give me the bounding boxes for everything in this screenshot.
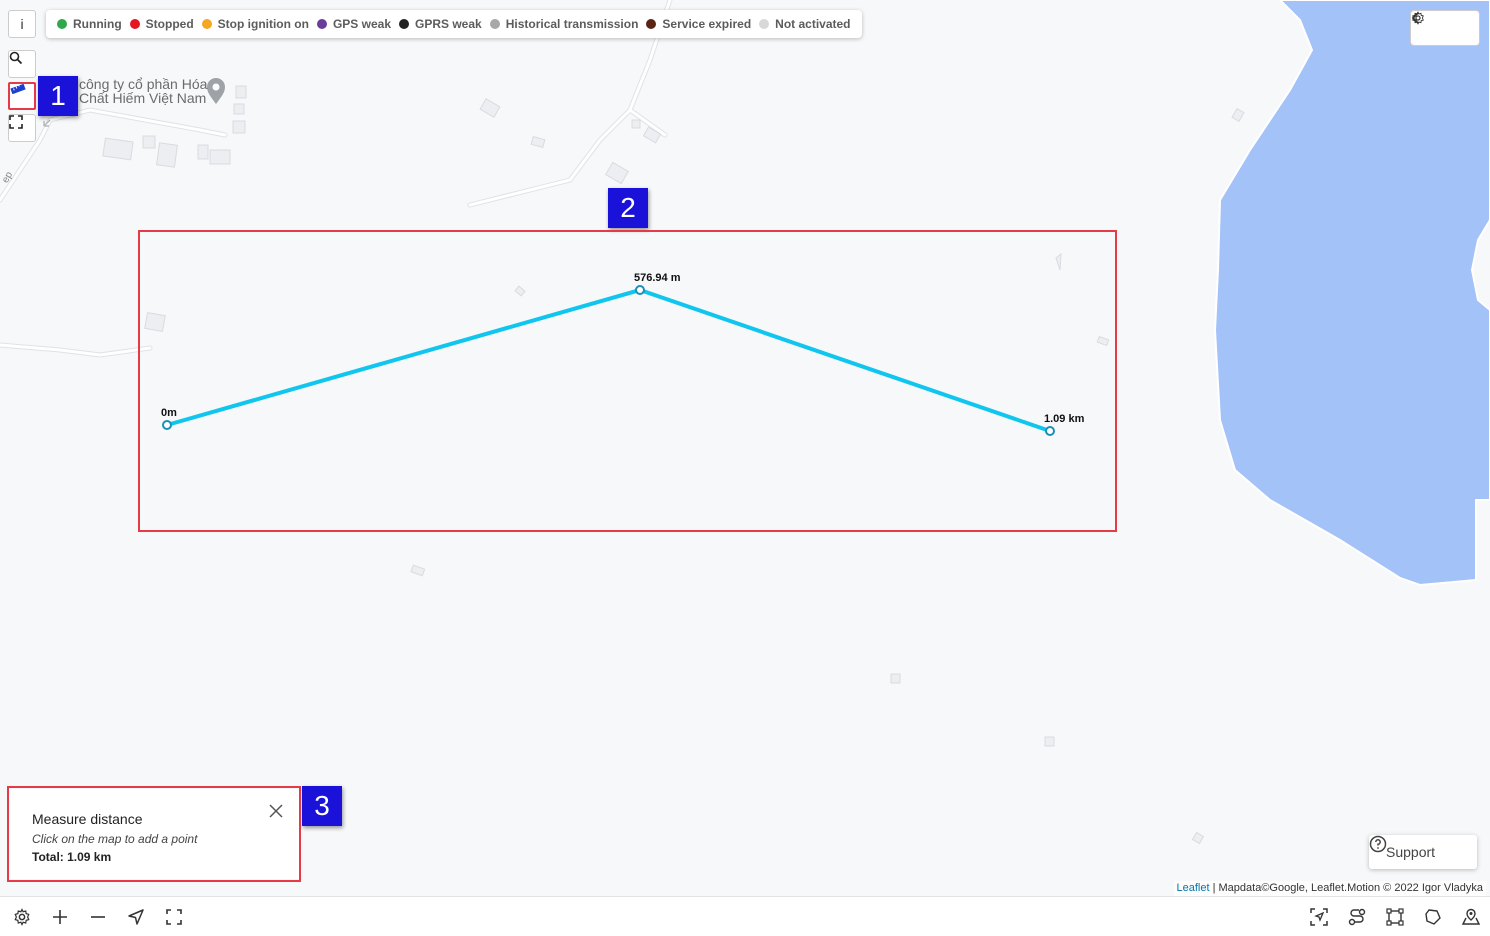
- building: [410, 564, 426, 577]
- collapse-panel-button[interactable]: [1411, 11, 1479, 45]
- legend-label: Stop ignition on: [217, 17, 309, 31]
- building: [233, 103, 245, 115]
- route-button[interactable]: [1346, 906, 1368, 928]
- annotation-box-measure-panel: [7, 786, 301, 882]
- fullscreen-button[interactable]: [8, 114, 36, 142]
- geofence-button[interactable]: [1422, 906, 1444, 928]
- map-canvas[interactable]: công ty cổ phần Hóa Chất Hiếm Việt Nam e…: [0, 0, 1490, 896]
- fullscreen-icon: [166, 909, 182, 925]
- ruler-icon: [10, 84, 26, 94]
- gear-icon: [14, 908, 30, 926]
- focus-icon: [1310, 908, 1328, 926]
- legend-item: Stop ignition on: [201, 17, 309, 31]
- area-button[interactable]: [1384, 906, 1406, 928]
- legend-dot-icon: [646, 19, 657, 29]
- annotation-badge-1: 1: [38, 76, 78, 116]
- legend-item: GPS weak: [316, 17, 391, 31]
- map-attribution: Leaflet | Mapdata©Google, Leaflet.Motion…: [1173, 881, 1486, 896]
- annotation-box-measure-line: [138, 230, 1117, 532]
- legend-dot-icon: [129, 19, 140, 29]
- zoom-out-button[interactable]: [87, 906, 109, 928]
- plus-icon: [53, 910, 67, 924]
- building: [142, 135, 156, 149]
- fullscreen-icon: [9, 115, 23, 129]
- leaflet-link[interactable]: Leaflet: [1177, 882, 1210, 894]
- locate-icon: [128, 909, 144, 925]
- water-area: [1213, 0, 1490, 587]
- building: [530, 135, 546, 149]
- help-icon: [1369, 835, 1387, 853]
- building: [102, 137, 134, 161]
- building: [890, 673, 901, 684]
- poi-label-line1: công ty cổ phần Hóa: [79, 76, 208, 92]
- building: [479, 98, 501, 118]
- minus-icon: [91, 916, 105, 918]
- measure-tool-button[interactable]: [8, 82, 36, 110]
- legend-label: Not activated: [775, 17, 851, 31]
- legend-item: Service expired: [646, 17, 751, 31]
- legend-label: Service expired: [662, 17, 752, 31]
- support-button[interactable]: Support: [1369, 835, 1477, 869]
- legend-item: Historical transmission: [489, 17, 639, 31]
- legend-item: GPRS weak: [399, 17, 482, 31]
- building: [631, 119, 641, 129]
- map-settings-control: [1410, 10, 1480, 46]
- building: [235, 85, 247, 99]
- legend-label: GPRS weak: [415, 17, 482, 31]
- poi-label[interactable]: công ty cổ phần Hóa Chất Hiếm Việt Nam: [79, 77, 207, 105]
- info-button[interactable]: i: [8, 10, 36, 38]
- building: [1044, 736, 1055, 747]
- map-layers-button[interactable]: [1460, 906, 1482, 928]
- locate-button[interactable]: [125, 906, 147, 928]
- annotation-badge-3: 3: [302, 786, 342, 826]
- search-icon: [9, 51, 23, 65]
- building: [209, 149, 231, 165]
- zoom-in-button[interactable]: [49, 906, 71, 928]
- area-icon: [1386, 908, 1404, 926]
- legend-dot-icon: [57, 19, 67, 29]
- bottom-toolbar: [0, 896, 1490, 936]
- legend-dot-icon: [489, 19, 500, 29]
- building: [605, 161, 629, 185]
- building: [197, 144, 209, 160]
- legend-label: Running: [73, 17, 122, 31]
- legend-label: Stopped: [145, 17, 194, 31]
- fullscreen-toggle-button[interactable]: [163, 906, 185, 928]
- legend-label: GPS weak: [332, 17, 391, 31]
- focus-button[interactable]: [1308, 906, 1330, 928]
- geofence-icon: [1425, 909, 1441, 925]
- annotation-badge-2: 2: [608, 188, 648, 228]
- legend-item: Stopped: [129, 17, 194, 31]
- legend-dot-icon: [399, 19, 409, 29]
- attribution-text: | Mapdata©Google, Leaflet.Motion © 2022 …: [1209, 882, 1483, 894]
- legend-dot-icon: [316, 19, 327, 29]
- legend-item: Not activated: [759, 17, 851, 31]
- route-icon: [1348, 908, 1366, 926]
- building: [1231, 107, 1245, 123]
- settings-button[interactable]: [11, 906, 33, 928]
- building: [1191, 831, 1205, 845]
- map-layers-icon: [1462, 908, 1480, 925]
- status-legend: Running Stopped Stop ignition on GPS weak GP…: [46, 10, 862, 38]
- search-button[interactable]: [8, 50, 36, 78]
- poi-pin-icon[interactable]: [207, 78, 225, 104]
- legend-dot-icon: [201, 19, 212, 29]
- legend-item: Running: [57, 17, 122, 31]
- poi-label-line2: Chất Hiếm Việt Nam: [79, 90, 207, 106]
- legend-dot-icon: [759, 19, 770, 29]
- building: [232, 120, 246, 134]
- legend-label: Historical transmission: [505, 17, 639, 31]
- building: [155, 142, 179, 168]
- chevron-left-icon: [1411, 12, 1419, 24]
- support-label: Support: [1386, 844, 1436, 860]
